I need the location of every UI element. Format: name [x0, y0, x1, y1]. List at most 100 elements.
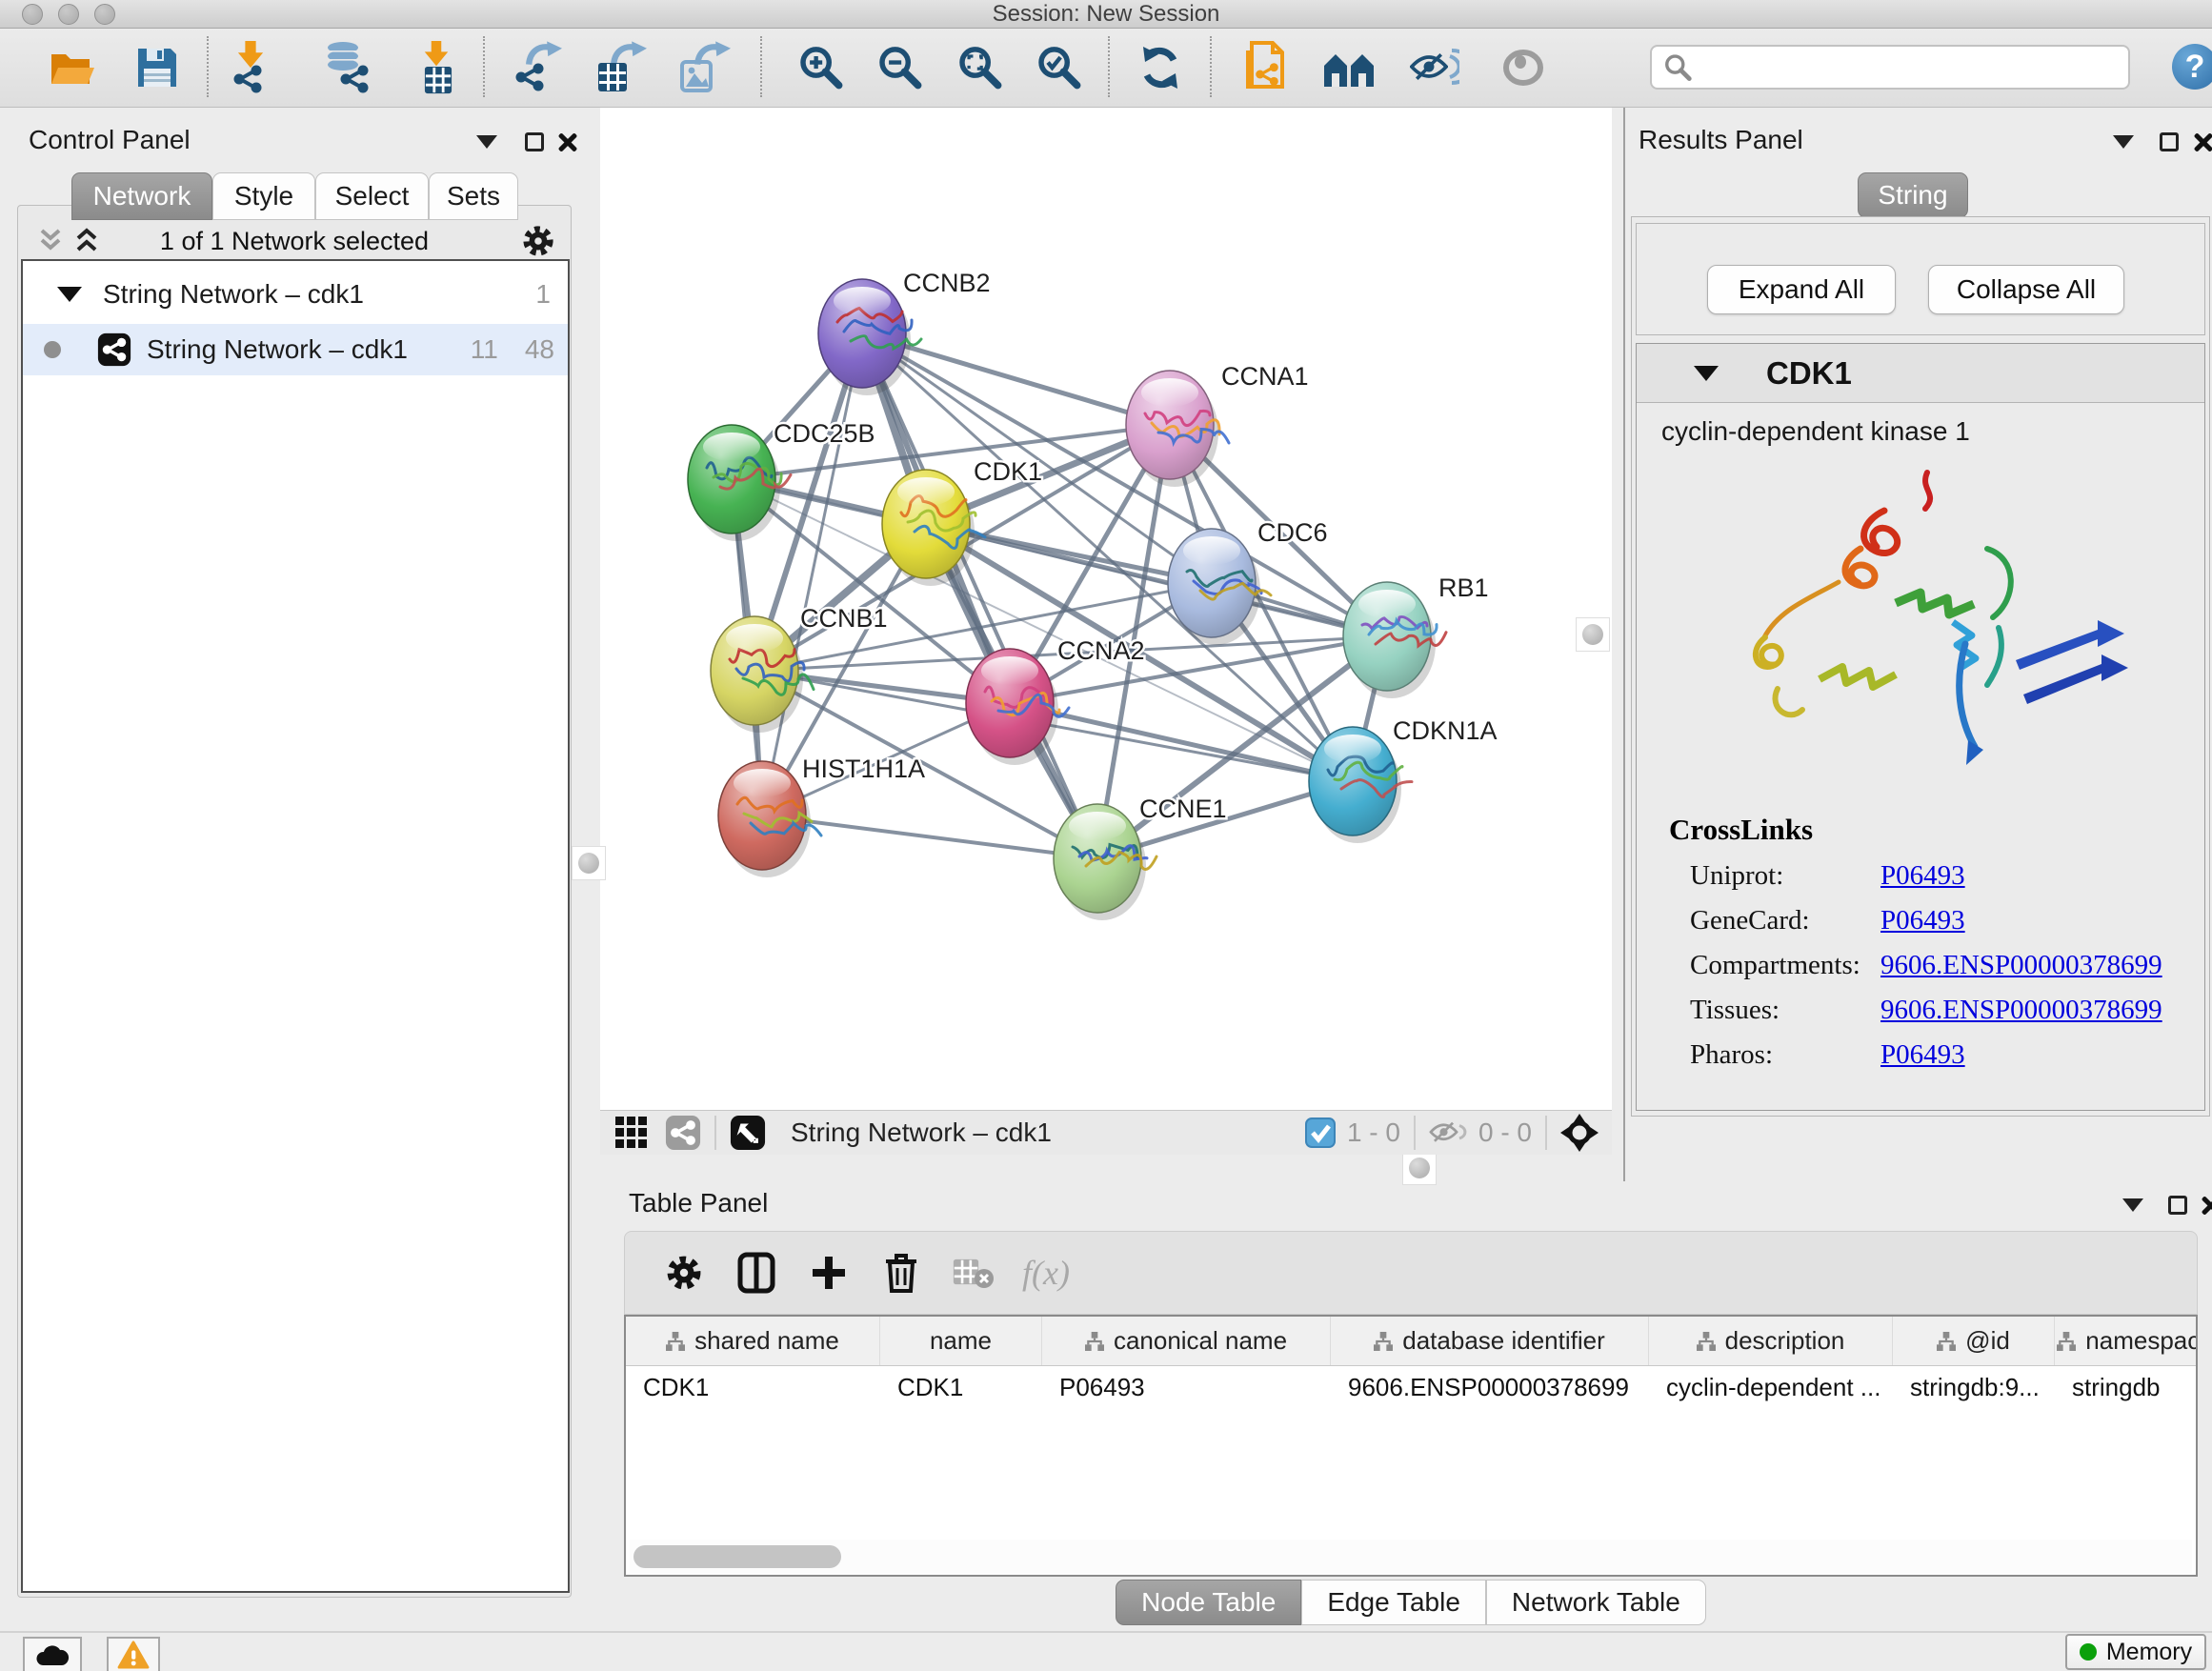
- node-RB1[interactable]: [1343, 582, 1446, 698]
- warning-status-button[interactable]: [107, 1637, 160, 1671]
- zoom-out-button[interactable]: [873, 41, 926, 94]
- export-image-button[interactable]: [678, 41, 732, 94]
- crosslink-link[interactable]: P06493: [1880, 860, 1965, 892]
- bottom-splitter-handle[interactable]: [1402, 1151, 1437, 1185]
- grid-view-icon[interactable]: [615, 1117, 648, 1149]
- string-network-graph[interactable]: CCNB2CCNA1CDC25BCDK1CDC6RB1CCNB1CCNA2CDK…: [600, 108, 1612, 1110]
- crosslink-row: Compartments:9606.ENSP00000378699: [1637, 950, 2204, 981]
- tab-network[interactable]: Network: [71, 172, 212, 220]
- open-session-button[interactable]: [46, 41, 99, 94]
- save-session-button[interactable]: [131, 41, 184, 94]
- collapse-all-icon[interactable]: [34, 227, 67, 255]
- cell[interactable]: stringdb: [2055, 1366, 2198, 1408]
- tab-sets[interactable]: Sets: [429, 172, 518, 220]
- node-CCNA2[interactable]: [966, 649, 1069, 765]
- network-options-gear-icon[interactable]: [522, 225, 554, 257]
- right-splitter[interactable]: [1612, 108, 1623, 1181]
- node-label: HIST1H1A: [802, 755, 925, 783]
- search-input[interactable]: [1701, 53, 2117, 82]
- table-panel-close-icon[interactable]: [2197, 1191, 2212, 1219]
- table-row[interactable]: CDK1CDK1P064939606.ENSP00000378699cyclin…: [626, 1366, 2196, 1408]
- tab-style[interactable]: Style: [212, 172, 315, 220]
- network-selected-status: 1 of 1 Network selected: [21, 227, 568, 256]
- new-network-from-selection-button[interactable]: [1241, 41, 1295, 94]
- crosslink-label: Tissues:: [1690, 995, 1880, 1026]
- results-panel-close-icon[interactable]: [2189, 128, 2212, 156]
- search-field[interactable]: [1650, 45, 2130, 90]
- memory-button[interactable]: Memory: [2065, 1634, 2206, 1670]
- hide-selected-button[interactable]: [1408, 41, 1461, 94]
- gene-collapse-icon[interactable]: [1694, 366, 1719, 381]
- zoom-in-button[interactable]: [794, 41, 847, 94]
- control-panel-float-icon[interactable]: [520, 128, 549, 156]
- fit-content-crosshair-icon[interactable]: [1560, 1114, 1599, 1152]
- tab-select[interactable]: Select: [315, 172, 429, 220]
- cell[interactable]: stringdb:9...: [1893, 1366, 2055, 1408]
- table-hscrollbar[interactable]: [630, 1540, 2192, 1574]
- selected-checkbox-icon[interactable]: [1305, 1117, 1336, 1148]
- network-collection-row[interactable]: String Network – cdk1 1: [23, 265, 568, 324]
- create-column-icon[interactable]: [793, 1244, 865, 1301]
- refresh-button[interactable]: [1134, 41, 1187, 94]
- export-network-button[interactable]: [512, 41, 565, 94]
- import-network-from-file-button[interactable]: [227, 41, 280, 94]
- column-header-namespace[interactable]: namespace: [2055, 1317, 2198, 1365]
- results-panel-menu-icon[interactable]: [2109, 128, 2138, 156]
- results-panel-title: Results Panel: [1639, 125, 1803, 155]
- crosslink-link[interactable]: 9606.ENSP00000378699: [1880, 950, 2162, 981]
- table-hscrollbar-thumb[interactable]: [633, 1545, 841, 1568]
- table-options-gear-icon[interactable]: [648, 1244, 720, 1301]
- table-panel-menu-icon[interactable]: [2119, 1191, 2147, 1219]
- zoom-selected-button[interactable]: [1032, 41, 1085, 94]
- node-label: CCNB2: [903, 269, 991, 297]
- expand-all-button[interactable]: Expand All: [1707, 265, 1896, 314]
- left-splitter-handle[interactable]: [572, 846, 606, 880]
- netbar-separator: [1414, 1116, 1416, 1150]
- cell[interactable]: CDK1: [880, 1366, 1042, 1408]
- crosslink-link[interactable]: P06493: [1880, 1039, 1965, 1071]
- collection-expand-icon[interactable]: [57, 287, 82, 302]
- collapse-all-button[interactable]: Collapse All: [1928, 265, 2124, 314]
- birdseye-view-icon[interactable]: [730, 1115, 766, 1151]
- right-splitter-handle[interactable]: [1576, 617, 1610, 652]
- cell[interactable]: P06493: [1042, 1366, 1331, 1408]
- import-table-from-file-button[interactable]: [412, 41, 466, 94]
- show-columns-icon[interactable]: [720, 1244, 793, 1301]
- column-header-database-identifier[interactable]: database identifier: [1331, 1317, 1649, 1365]
- home-panels-icon[interactable]: [1322, 41, 1376, 94]
- delete-column-icon[interactable]: [865, 1244, 937, 1301]
- control-panel-close-icon[interactable]: [553, 128, 582, 156]
- app-window: Session: New Session: [0, 0, 2212, 1671]
- column-header-name[interactable]: name: [880, 1317, 1042, 1365]
- tab-string[interactable]: String: [1858, 172, 1968, 218]
- cell[interactable]: CDK1: [626, 1366, 880, 1408]
- crosslink-row: GeneCard:P06493: [1637, 905, 2204, 936]
- column-header-canonical-name[interactable]: canonical name: [1042, 1317, 1331, 1365]
- import-network-from-database-button[interactable]: [321, 41, 374, 94]
- gene-header[interactable]: CDK1: [1637, 344, 2204, 403]
- column-header--id[interactable]: @id: [1893, 1317, 2055, 1365]
- crosslink-link[interactable]: P06493: [1880, 905, 1965, 936]
- tab-edge-table[interactable]: Edge Table: [1301, 1580, 1486, 1625]
- table-panel-float-icon[interactable]: [2163, 1191, 2192, 1219]
- export-table-button[interactable]: [594, 41, 648, 94]
- cell[interactable]: cyclin-dependent ...: [1649, 1366, 1893, 1408]
- expand-all-icon[interactable]: [70, 227, 103, 255]
- column-header-shared-name[interactable]: shared name: [626, 1317, 880, 1365]
- control-panel-menu-icon[interactable]: [473, 128, 501, 156]
- crosslink-link[interactable]: 9606.ENSP00000378699: [1880, 995, 2162, 1026]
- node-CDK1[interactable]: [882, 470, 985, 586]
- network-view-icon[interactable]: [665, 1115, 701, 1151]
- help-button[interactable]: ?: [2172, 44, 2212, 90]
- cell[interactable]: 9606.ENSP00000378699: [1331, 1366, 1649, 1408]
- column-header-description[interactable]: description: [1649, 1317, 1893, 1365]
- results-panel-float-icon[interactable]: [2155, 128, 2183, 156]
- tab-network-table[interactable]: Network Table: [1486, 1580, 1706, 1625]
- network-row[interactable]: String Network – cdk1 11 48: [23, 324, 568, 375]
- cloud-status-button[interactable]: [23, 1637, 82, 1671]
- zoom-fit-button[interactable]: [953, 41, 1006, 94]
- tab-node-table[interactable]: Node Table: [1116, 1580, 1301, 1625]
- network-canvas[interactable]: CCNB2CCNA1CDC25BCDK1CDC6RB1CCNB1CCNA2CDK…: [600, 108, 1612, 1110]
- network-list: String Network – cdk1 1 String Network –…: [21, 259, 570, 1593]
- memory-status-dot: [2080, 1643, 2097, 1661]
